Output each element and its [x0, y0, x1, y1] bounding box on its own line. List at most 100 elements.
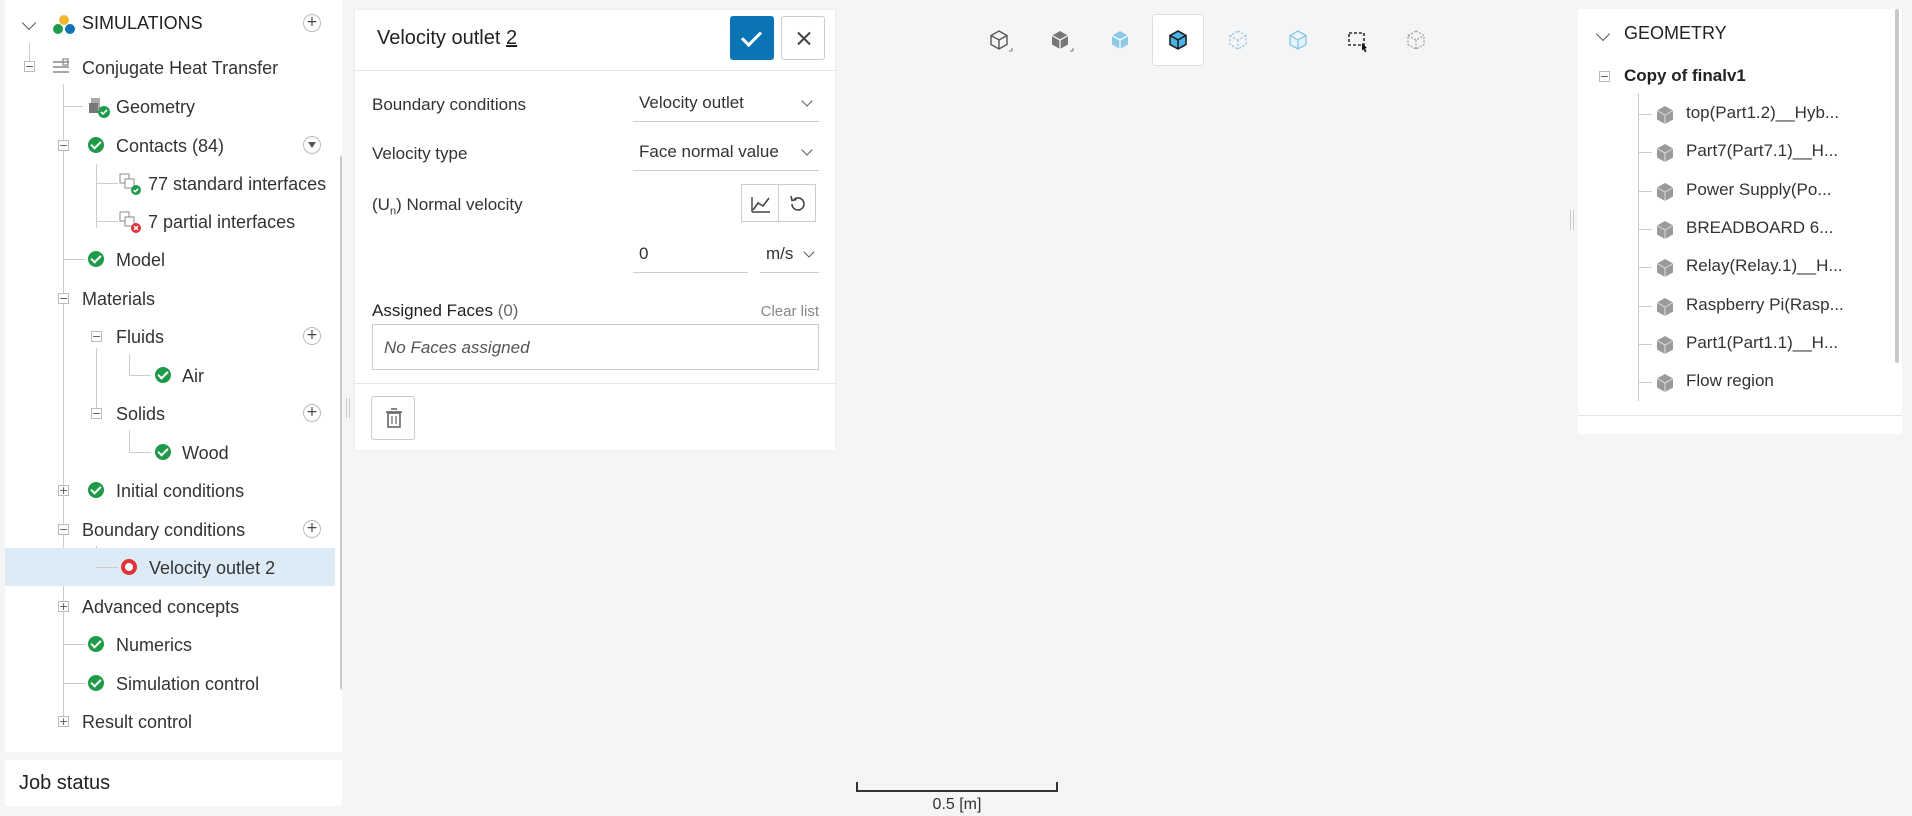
collapse-toggle[interactable]: − — [1599, 71, 1610, 82]
interface-error-icon — [119, 211, 141, 233]
collapse-toggle[interactable]: − — [24, 61, 35, 72]
geometry-item[interactable]: Raspberry Pi(Rasp... — [1638, 289, 1888, 323]
panel-title: Velocity outlet 2 — [377, 27, 517, 50]
chevron-down-icon[interactable] — [1595, 26, 1611, 42]
tree-item-fluids[interactable]: − Fluids + — [5, 317, 335, 355]
chevron-down-icon — [801, 95, 813, 107]
tree-item-velocity-outlet[interactable]: Velocity outlet 2 — [5, 548, 335, 586]
collapse-toggle[interactable]: − — [91, 331, 102, 342]
reset-button[interactable] — [778, 184, 816, 222]
numerics-label: Numerics — [116, 635, 193, 655]
geometry-item[interactable]: top(Part1.2)__Hyb... — [1638, 97, 1888, 131]
view-edges-button[interactable] — [1152, 14, 1204, 66]
filter-icon[interactable] — [303, 136, 321, 154]
chart-button[interactable] — [741, 184, 779, 222]
right-panel-resizer[interactable] — [1570, 210, 1574, 230]
status-ok-icon — [88, 675, 104, 691]
tree-item-simulation-control[interactable]: Simulation control — [5, 664, 335, 702]
normal-velocity-rest: ) Normal velocity — [396, 195, 523, 214]
tree-item-wood[interactable]: Wood — [5, 433, 335, 471]
scale-bar — [856, 782, 1058, 792]
part-cube-icon — [1656, 336, 1674, 354]
tree-item-model[interactable]: Model — [5, 240, 335, 278]
geometry-item-label: Part7(Part7.1)__H... — [1686, 141, 1839, 160]
tree-item-numerics[interactable]: Numerics — [5, 625, 335, 663]
view-fit-button[interactable] — [973, 14, 1025, 66]
materials-label: Materials — [82, 289, 156, 309]
view-transparent-button[interactable] — [1094, 14, 1146, 66]
result-control-label: Result control — [82, 712, 193, 732]
tree-item-boundary-conditions[interactable]: − Boundary conditions + — [5, 510, 335, 548]
collapse-toggle[interactable]: − — [91, 408, 102, 419]
expand-toggle[interactable]: + — [58, 716, 69, 727]
velocity-outlet-label: Velocity outlet 2 — [149, 558, 276, 578]
boundary-conditions-select[interactable]: Velocity outlet — [633, 86, 819, 122]
left-panel-resizer[interactable] — [346, 398, 350, 418]
assigned-faces-list[interactable]: No Faces assigned — [372, 324, 819, 370]
view-solid-button[interactable] — [1034, 14, 1086, 66]
collapse-toggle[interactable]: − — [58, 524, 69, 535]
velocity-type-select[interactable]: Face normal value — [633, 135, 819, 171]
tree-item-standard-interfaces[interactable]: 77 standard interfaces — [5, 164, 335, 202]
tree-connector — [1638, 229, 1652, 230]
simulations-header[interactable]: SIMULATIONS + — [5, 4, 335, 42]
geometry-root-label[interactable]: Copy of finalv1 — [1624, 66, 1746, 86]
tree-item-contacts[interactable]: − Contacts (84) — [5, 126, 335, 164]
tree-connector — [1638, 344, 1652, 345]
geometry-item[interactable]: BREADBOARD 6... — [1638, 212, 1888, 246]
geometry-panel: GEOMETRY − Copy of finalv1 top(Part1.2)_… — [1578, 9, 1902, 434]
add-fluid-button[interactable]: + — [303, 327, 321, 345]
initial-conditions-label: Initial conditions — [116, 481, 245, 501]
tree-item-air[interactable]: Air — [5, 356, 335, 394]
tree-item-materials[interactable]: − Materials — [5, 279, 335, 317]
tree-item-project[interactable]: − Conjugate Heat Transfer — [5, 48, 335, 86]
geometry-item[interactable]: Relay(Relay.1)__H... — [1638, 250, 1888, 284]
collapse-toggle[interactable]: − — [58, 140, 69, 151]
confirm-button[interactable] — [730, 16, 774, 60]
tree-connector — [129, 452, 151, 453]
geometry-item[interactable]: Part1(Part1.1)__H... — [1638, 327, 1888, 361]
tree-item-advanced-concepts[interactable]: + Advanced concepts — [5, 587, 335, 625]
velocity-unit-select[interactable]: m/s — [760, 237, 819, 273]
add-solid-button[interactable]: + — [303, 404, 321, 422]
boundary-conditions-label: Boundary conditions — [82, 520, 246, 540]
geometry-icon — [89, 98, 110, 118]
normal-velocity-prefix: (U — [372, 195, 390, 214]
close-button[interactable] — [781, 16, 825, 60]
normal-velocity-input[interactable]: 0 — [633, 237, 748, 273]
assigned-faces-title: Assigned Faces — [372, 301, 493, 320]
expand-toggle[interactable]: + — [58, 601, 69, 612]
geometry-item[interactable]: Flow region — [1638, 365, 1888, 399]
expand-toggle[interactable]: + — [58, 485, 69, 496]
add-boundary-condition-button[interactable]: + — [303, 520, 321, 538]
tree-connector — [1638, 382, 1652, 383]
tree-connector — [1638, 114, 1652, 115]
geometry-item[interactable]: Part7(Part7.1)__H... — [1638, 135, 1888, 169]
box-select-button[interactable] — [1331, 14, 1383, 66]
geometry-item[interactable]: Power Supply(Po... — [1638, 174, 1888, 208]
model-label: Model — [116, 250, 166, 270]
simulation-tree-panel: SIMULATIONS + − Conjugate Heat Transfer … — [5, 0, 342, 752]
hide-button[interactable] — [1390, 14, 1442, 66]
tree-item-geometry[interactable]: Geometry — [5, 87, 335, 125]
clear-list-link[interactable]: Clear list — [761, 303, 819, 320]
add-simulation-button[interactable]: + — [303, 14, 321, 32]
tree-item-initial-conditions[interactable]: + Initial conditions — [5, 471, 335, 509]
status-ok-icon — [88, 137, 104, 153]
tree-item-result-control[interactable]: + Result control — [5, 702, 335, 740]
partial-interfaces-label: 7 partial interfaces — [148, 212, 296, 232]
velocity-type-value: Face normal value — [639, 142, 779, 161]
delete-button[interactable] — [371, 396, 415, 440]
box-select-icon — [1348, 32, 1367, 53]
view-points-button[interactable] — [1212, 14, 1264, 66]
status-ok-icon — [88, 482, 104, 498]
assigned-faces-count: (0) — [497, 301, 519, 320]
tree-item-solids[interactable]: − Solids + — [5, 394, 335, 432]
geometry-scrollbar[interactable] — [1895, 9, 1899, 363]
tree-scrollbar[interactable] — [340, 155, 342, 690]
chevron-down-icon[interactable] — [21, 15, 37, 31]
tree-item-partial-interfaces[interactable]: 7 partial interfaces — [5, 202, 335, 240]
view-ghost-button[interactable] — [1272, 14, 1324, 66]
collapse-toggle[interactable]: − — [58, 293, 69, 304]
job-status-panel[interactable]: Job status — [5, 760, 342, 806]
